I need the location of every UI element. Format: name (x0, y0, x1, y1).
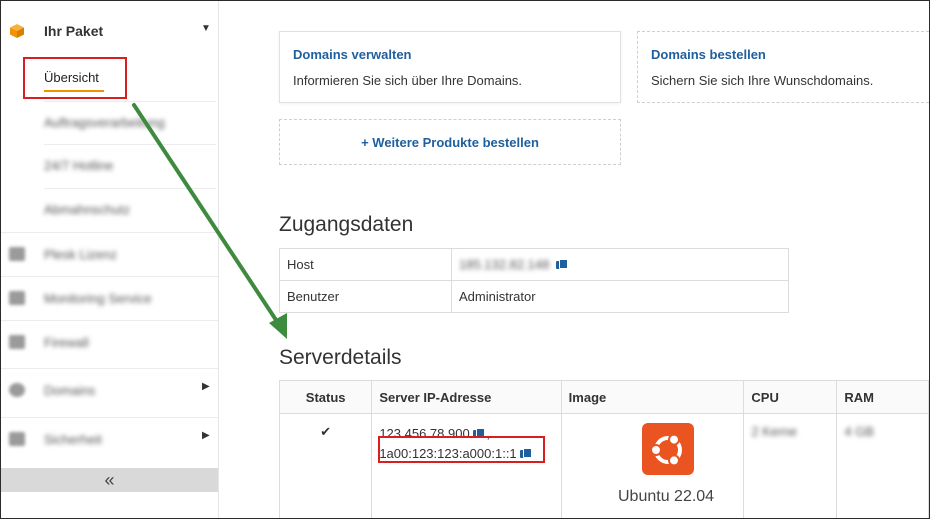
sidebar-item-sicherheit[interactable]: Sicherheit ▶ (1, 417, 218, 462)
more-products-button[interactable]: + Weitere Produkte bestellen (279, 119, 621, 165)
ip-cell: 123.456.78.900 , 1a00:123:123:a000:1::1 (371, 413, 562, 518)
sidebar-package-title: Ihr Paket (44, 23, 104, 39)
sidebar-item-label: Monitoring Service (44, 291, 152, 306)
image-name: Ubuntu 22.04 (618, 488, 715, 505)
ram-value: 4 GB (844, 424, 874, 439)
table-row: ✔ 123.456.78.900 , 1a00:123:123:a000:1::… (278, 413, 929, 518)
shield-icon (9, 432, 25, 446)
card-domains-verwalten[interactable]: Domains verwalten Informieren Sie sich ü… (279, 31, 621, 103)
card-description: Informieren Sie sich über Ihre Domains. (293, 73, 523, 88)
sidebar-item-label: Abmahnschutz (44, 202, 130, 217)
sidebar-item-firewall[interactable]: Firewall (1, 320, 218, 365)
package-icon (10, 24, 24, 38)
column-header-status: Status (278, 380, 373, 414)
caret-right-icon: ▶ (202, 430, 210, 441)
cpu-value: 2 Kerne (751, 424, 797, 439)
sidebar-item-label: 24/7 Hotline (44, 158, 114, 173)
ram-cell: 4 GB (836, 413, 929, 518)
sidebar-package-header[interactable]: Ihr Paket ▼ (1, 9, 218, 53)
sidebar-item-plesk[interactable]: Plesk Lizenz (1, 232, 218, 277)
highlight-box-uebersicht (23, 57, 127, 99)
sidebar-item-label: Sicherheit (44, 432, 102, 447)
sidebar-item-hotline[interactable]: 24/7 Hotline (44, 144, 216, 188)
access-heading: Zugangsdaten (279, 213, 414, 236)
access-table: Host 185.132.82.148 Benutzer Administrat… (279, 248, 789, 313)
plus-icon: + (361, 135, 369, 150)
host-value: 185.132.82.148 (459, 257, 550, 272)
card-title[interactable]: Domains verwalten (293, 47, 412, 62)
access-label: Benutzer (279, 280, 452, 313)
table-header-row: Status Server IP-Adresse Image CPU RAM (278, 380, 929, 414)
sidebar-collapse-button[interactable]: « (1, 468, 218, 492)
sidebar-item-label: Domains (44, 383, 96, 398)
server-table: Status Server IP-Adresse Image CPU RAM ✔… (278, 380, 929, 518)
column-header-cpu: CPU (743, 380, 838, 414)
column-header-image: Image (560, 380, 745, 414)
more-products-label: + Weitere Produkte bestellen (361, 135, 539, 150)
sidebar-item-label: Plesk Lizenz (44, 247, 117, 262)
column-header-ip: Server IP-Adresse (371, 380, 562, 414)
access-label: Host (279, 248, 452, 281)
card-description: Sichern Sie sich Ihre Wunschdomains. (651, 73, 874, 88)
sidebar-item-label: Firewall (44, 335, 89, 350)
sidebar-item-abmahnschutz[interactable]: Abmahnschutz (44, 188, 216, 232)
card-title[interactable]: Domains bestellen (651, 47, 766, 62)
status-cell: ✔ (278, 413, 373, 518)
cpu-cell: 2 Kerne (743, 413, 838, 518)
sidebar-item-monitoring[interactable]: Monitoring Service (1, 276, 218, 321)
app-frame: Ihr Paket ▼ Übersicht Auftragsverarbeitu… (0, 0, 930, 519)
monitoring-icon (9, 291, 25, 305)
sidebar-item-auftragsverarbeitung[interactable]: Auftragsverarbeitung (44, 101, 216, 145)
table-row: Host 185.132.82.148 (279, 248, 789, 281)
caret-right-icon: ▶ (202, 381, 210, 392)
table-row: Benutzer Administrator (279, 280, 789, 313)
column-header-ram: RAM (836, 380, 929, 414)
user-value: Administrator (451, 280, 789, 313)
copy-icon[interactable] (556, 259, 568, 270)
license-icon (9, 247, 25, 261)
globe-icon (9, 383, 25, 397)
ubuntu-logo-icon (642, 423, 694, 475)
card-domains-bestellen[interactable]: Domains bestellen Sichern Sie sich Ihre … (637, 31, 929, 103)
caret-down-icon[interactable]: ▼ (201, 23, 211, 34)
check-icon: ✔ (320, 424, 332, 439)
sidebar-item-label: Auftragsverarbeitung (44, 115, 165, 130)
server-heading: Serverdetails (279, 346, 402, 369)
firewall-icon (9, 335, 25, 349)
access-value-cell: 185.132.82.148 (451, 248, 789, 281)
sidebar-item-domains[interactable]: Domains ▶ (1, 368, 218, 413)
highlight-box-ipv6 (378, 436, 545, 463)
